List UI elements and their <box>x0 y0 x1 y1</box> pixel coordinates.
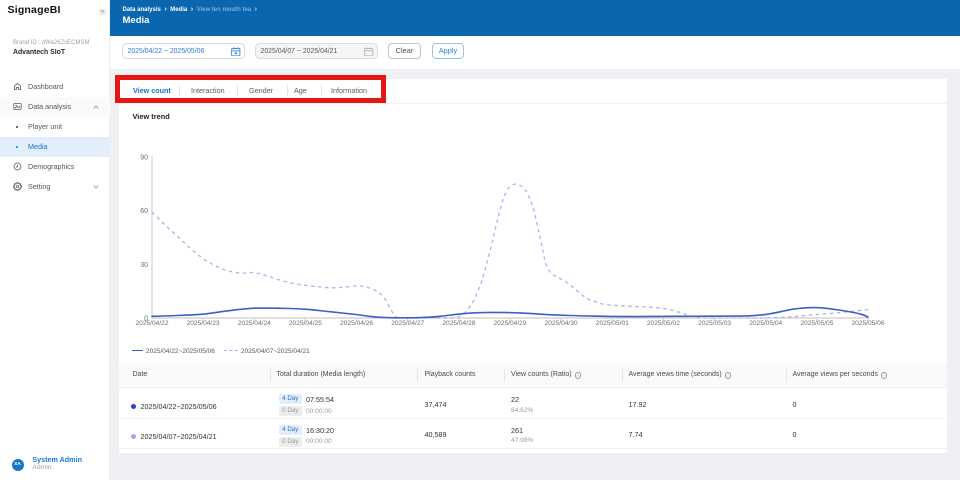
svg-text:2025/05/04: 2025/05/04 <box>749 320 782 327</box>
svg-text:2025/04/29: 2025/04/29 <box>493 320 526 327</box>
svg-text:2025/04/25: 2025/04/25 <box>289 320 322 327</box>
svg-text:2025/04/26: 2025/04/26 <box>340 320 373 327</box>
svg-text:60: 60 <box>140 208 148 215</box>
svg-text:2025/04/27: 2025/04/27 <box>391 320 424 327</box>
svg-text:2025/04/22: 2025/04/22 <box>135 320 168 327</box>
svg-text:2025/04/28: 2025/04/28 <box>442 320 475 327</box>
svg-text:2025/05/06: 2025/05/06 <box>851 320 884 327</box>
svg-text:2025/05/01: 2025/05/01 <box>596 320 629 327</box>
svg-text:2025/05/02: 2025/05/02 <box>647 320 680 327</box>
svg-text:2025/05/03: 2025/05/03 <box>698 320 731 327</box>
svg-text:30: 30 <box>140 262 148 269</box>
svg-text:90: 90 <box>140 155 148 162</box>
svg-text:2025/05/05: 2025/05/05 <box>800 320 833 327</box>
svg-text:2025/04/30: 2025/04/30 <box>545 320 578 327</box>
svg-text:2025/04/24: 2025/04/24 <box>238 320 271 327</box>
svg-text:2025/04/23: 2025/04/23 <box>187 320 220 327</box>
